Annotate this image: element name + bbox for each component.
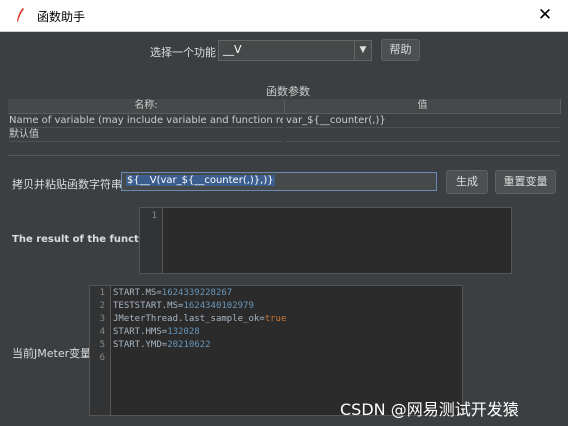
code-line: START.MS=1624339228267 [113,288,233,298]
line-number: 4 [99,327,105,337]
copy-label: 拷贝并粘贴函数字符串 [12,178,122,191]
line-number-gutter: 1 2 3 4 5 6 [90,286,111,415]
function-select[interactable]: __V ▼ [218,40,372,61]
code-line: JMeterThread.last_sample_ok=true [113,314,287,324]
line-number: 2 [99,301,105,311]
result-editor[interactable]: 1 [139,207,512,274]
reset-variables-button[interactable]: 重置变量 [495,170,556,194]
watermark: CSDN @网易测试开发猿 [340,400,519,419]
section-divider [8,155,560,156]
column-header-value: 值 [285,99,561,114]
line-number-gutter: 1 [140,208,163,273]
help-button[interactable]: 帮助 [381,39,420,61]
line-number: 3 [99,314,105,324]
title-bar: 函数助手 ✕ [0,0,568,32]
feather-icon [17,8,24,22]
code-line: TESTSTART.MS=1624340102979 [113,301,254,311]
column-header-name: 名称: [8,99,285,114]
params-table: 名称: 值 Name of variable (may include vari… [8,99,561,142]
function-string-value: ${__V(var_${__counter(,)},)} [126,175,275,186]
table-cell-name[interactable]: Name of variable (may include variable a… [9,114,283,128]
line-number: 5 [99,340,105,350]
params-section-title: 函数参数 [266,85,310,98]
chevron-down-icon[interactable]: ▼ [354,41,371,60]
function-string-field[interactable]: ${__V(var_${__counter(,)},)} [121,172,437,191]
line-number: 1 [99,288,105,298]
function-select-value: __V [223,43,242,56]
jmeter-vars-label: 当前JMeter变量 [12,347,92,360]
window-title: 函数助手 [37,10,86,24]
line-number: 6 [99,353,105,363]
generate-button[interactable]: 生成 [446,170,488,194]
function-select-label: 选择一个功能 [150,46,216,59]
code-line: START.HMS=132028 [113,327,200,337]
table-cell-value[interactable]: var_${__counter(,)} [286,114,560,128]
close-icon[interactable]: ✕ [533,4,557,26]
line-number: 1 [151,211,157,221]
table-cell-name[interactable]: 默认值 [9,128,283,142]
code-line: START.YMD=20210622 [113,340,211,350]
table-cell-value[interactable] [286,128,560,142]
